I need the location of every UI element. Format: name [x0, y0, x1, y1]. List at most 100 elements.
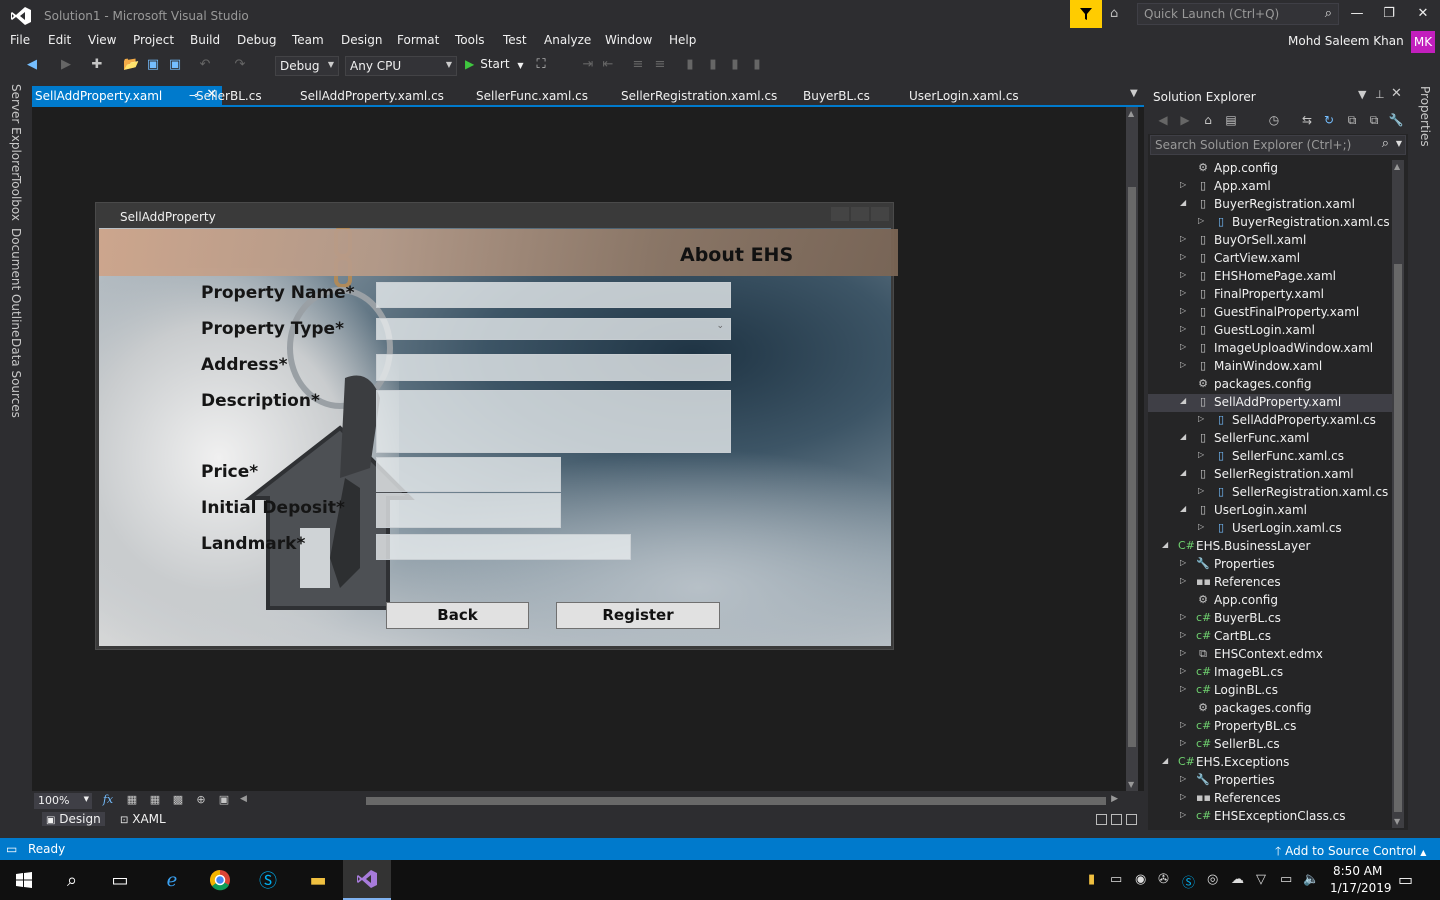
tree-item[interactable]: ▷ 🔧 Properties	[1148, 772, 1392, 790]
avatar[interactable]: MK	[1411, 31, 1435, 53]
back-button[interactable]: Back	[386, 602, 529, 629]
tree-item[interactable]: ⚙ packages.config	[1148, 700, 1392, 718]
tree-item[interactable]: ▷ ▯ GuestFinalProperty.xaml	[1148, 304, 1392, 322]
menu-analyze[interactable]: Analyze	[544, 33, 591, 47]
file-explorer-icon[interactable]: ▬	[294, 860, 342, 900]
design-view-tab[interactable]: ▣ Design	[42, 812, 105, 826]
initial-deposit-input[interactable]	[376, 493, 561, 528]
expanded-arrow-icon[interactable]: ◢	[1180, 468, 1186, 477]
task-view-icon[interactable]: ▭	[96, 860, 144, 900]
effects-toggle-icon[interactable]: fx	[99, 793, 117, 806]
collapsed-arrow-icon[interactable]: ▷	[1180, 810, 1186, 819]
data-sources-tab[interactable]: Data Sources	[9, 338, 23, 418]
menu-tools[interactable]: Tools	[455, 33, 485, 47]
uncomment-icon[interactable]: ≡	[652, 57, 668, 72]
forward-icon[interactable]: ▶	[1177, 113, 1193, 127]
output-window-icon[interactable]: ▭	[6, 842, 17, 856]
menu-test[interactable]: Test	[503, 33, 527, 47]
tray-onedrive-icon[interactable]: ☁	[1231, 872, 1244, 887]
tree-item[interactable]: ▷ ▯ BuyerRegistration.xaml.cs	[1148, 214, 1392, 232]
tree-item[interactable]: ▷ c# ImageBL.cs	[1148, 664, 1392, 682]
tree-item[interactable]: ▷ c# SellerBL.cs	[1148, 736, 1392, 754]
tray-wifi-icon[interactable]: ▽	[1256, 872, 1266, 887]
comment-icon[interactable]: ≡	[630, 57, 646, 72]
tree-item[interactable]: ▷ ▯ ImageUploadWindow.xaml	[1148, 340, 1392, 358]
tree-item[interactable]: ▷ ▯ SellerRegistration.xaml.cs	[1148, 484, 1392, 502]
search-options-chevron-icon[interactable]: ▼	[1396, 139, 1402, 148]
tree-item[interactable]: ◢ ▯ SellAddProperty.xaml	[1148, 394, 1392, 412]
tray-chrome-icon[interactable]: ◎	[1207, 872, 1218, 887]
undo-icon[interactable]: ↶	[197, 57, 213, 72]
tree-item[interactable]: ▷ ▯ UserLogin.xaml.cs	[1148, 520, 1392, 538]
tree-item[interactable]: ▷ ▯ App.xaml	[1148, 178, 1392, 196]
scroll-right-icon[interactable]: ▶	[1111, 794, 1118, 804]
landmark-input[interactable]	[376, 534, 631, 560]
collapsed-arrow-icon[interactable]: ▷	[1180, 288, 1186, 297]
menu-build[interactable]: Build	[190, 33, 220, 47]
tree-item[interactable]: ⚙ App.config	[1148, 592, 1392, 610]
device-preview-icon[interactable]: ▣	[215, 793, 233, 806]
clear-bookmarks-icon[interactable]: ▮	[749, 57, 765, 72]
tree-item[interactable]: ▷ ▯ FinalProperty.xaml	[1148, 286, 1392, 304]
visual-studio-taskbar-icon[interactable]	[343, 860, 391, 900]
description-textarea[interactable]	[376, 390, 731, 453]
scroll-left-icon[interactable]: ◀	[240, 794, 247, 804]
expanded-arrow-icon[interactable]: ◢	[1180, 396, 1186, 405]
tree-item[interactable]: ▷ 🔧 Properties	[1148, 556, 1392, 574]
tab-buyerbl-cs[interactable]: BuyerBL.cs	[800, 86, 873, 106]
menu-team[interactable]: Team	[292, 33, 324, 47]
tray-tool-icon[interactable]: ✇	[1158, 872, 1169, 887]
tree-item[interactable]: ▷ ▯ SellAddProperty.xaml.cs	[1148, 412, 1392, 430]
designer-vertical-scrollbar[interactable]: ▲ ▼	[1126, 107, 1138, 791]
zoom-select[interactable]: 100% ▼	[34, 793, 92, 809]
collapsed-arrow-icon[interactable]: ▷	[1180, 576, 1186, 585]
bookmark-icon[interactable]: ▮	[682, 57, 698, 72]
window-position-icon[interactable]: ▼	[1358, 88, 1366, 101]
scroll-up-icon[interactable]: ▲	[1128, 109, 1134, 118]
chrome-icon[interactable]	[196, 860, 244, 900]
expanded-arrow-icon[interactable]: ◢	[1180, 198, 1186, 207]
tree-item[interactable]: ◢ ▯ BuyerRegistration.xaml	[1148, 196, 1392, 214]
collapsed-arrow-icon[interactable]: ▷	[1180, 648, 1186, 657]
collapsed-arrow-icon[interactable]: ▷	[1180, 234, 1186, 243]
tree-item[interactable]: ▷ ▪▪ References	[1148, 574, 1392, 592]
tree-item[interactable]: ▷ c# EHSExceptionClass.cs	[1148, 808, 1392, 826]
collapsed-arrow-icon[interactable]: ▷	[1180, 630, 1186, 639]
collapsed-arrow-icon[interactable]: ▷	[1180, 306, 1186, 315]
menu-project[interactable]: Project	[133, 33, 174, 47]
tree-item[interactable]: ◢ ▯ SellerFunc.xaml	[1148, 430, 1392, 448]
properties-tab[interactable]: Properties	[1418, 86, 1432, 147]
refresh-icon[interactable]: ↻	[1321, 113, 1337, 127]
menu-view[interactable]: View	[88, 33, 116, 47]
tree-item[interactable]: ◢ C# EHS.BusinessLayer	[1148, 538, 1392, 556]
filter-notifications-icon[interactable]	[1070, 0, 1102, 28]
scrollbar-thumb[interactable]	[1394, 264, 1402, 812]
tray-volume-icon[interactable]: 🔈	[1303, 872, 1319, 887]
tree-item[interactable]: ▷ ▯ SellerFunc.xaml.cs	[1148, 448, 1392, 466]
tree-item[interactable]: ▷ ▯ GuestLogin.xaml	[1148, 322, 1392, 340]
toolbox-tab[interactable]: Toolbox	[9, 176, 23, 221]
collapsed-arrow-icon[interactable]: ▷	[1180, 684, 1186, 693]
collapsed-arrow-icon[interactable]: ▷	[1198, 450, 1204, 459]
tab-sellerregistration-xaml-cs[interactable]: SellerRegistration.xaml.cs	[618, 86, 780, 106]
start-debugging-button[interactable]: ▶ Start ▼	[465, 57, 524, 71]
redo-icon[interactable]: ↷	[232, 57, 248, 72]
collapsed-arrow-icon[interactable]: ▷	[1180, 738, 1186, 747]
collapsed-arrow-icon[interactable]: ▷	[1180, 252, 1186, 261]
collapsed-arrow-icon[interactable]: ▷	[1180, 666, 1186, 675]
document-outline-tab[interactable]: Document Outline	[9, 228, 23, 337]
tree-item[interactable]: ▷ c# BuyerBL.cs	[1148, 610, 1392, 628]
scroll-down-icon[interactable]: ▼	[1394, 817, 1400, 826]
account-name[interactable]: Mohd Saleem Khan	[1288, 34, 1404, 48]
step-into-icon[interactable]: ⇤	[600, 57, 616, 72]
tab-userlogin-xaml-cs[interactable]: UserLogin.xaml.cs	[906, 86, 1022, 106]
collapsed-arrow-icon[interactable]: ▷	[1180, 792, 1186, 801]
tree-item[interactable]: ▷ ▯ BuyOrSell.xaml	[1148, 232, 1392, 250]
menu-debug[interactable]: Debug	[237, 33, 276, 47]
scroll-down-icon[interactable]: ▼	[1128, 780, 1134, 789]
tree-item[interactable]: ▷ ⧉ EHSContext.edmx	[1148, 646, 1392, 664]
collapsed-arrow-icon[interactable]: ▷	[1180, 360, 1186, 369]
feedback-icon[interactable]: ⌂	[1110, 6, 1118, 21]
prev-bookmark-icon[interactable]: ▮	[705, 57, 721, 72]
switch-views-icon[interactable]: ▤	[1223, 113, 1239, 127]
